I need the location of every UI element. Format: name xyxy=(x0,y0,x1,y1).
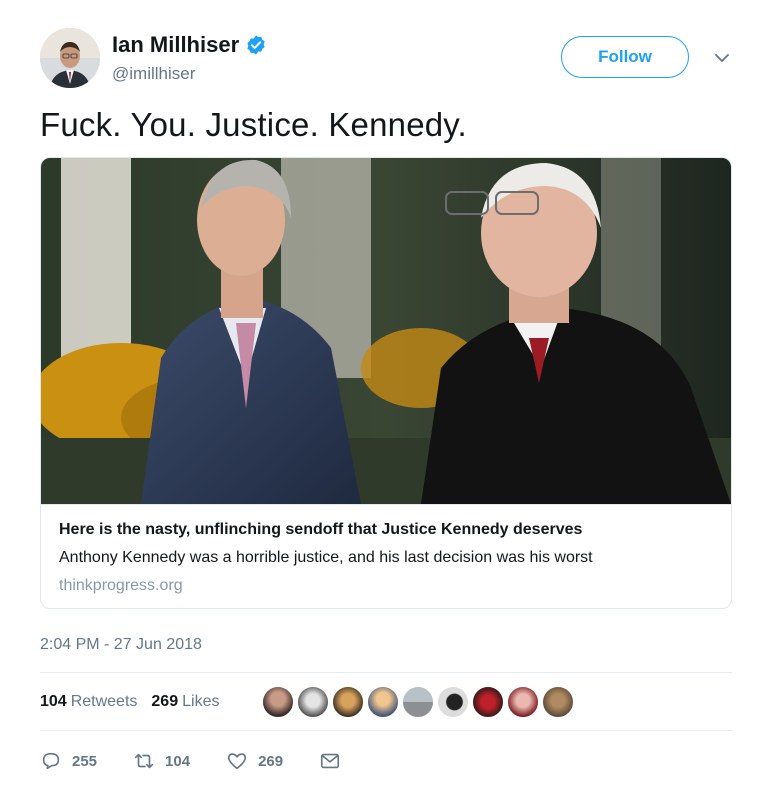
card-description: Anthony Kennedy was a horrible justice, … xyxy=(59,549,593,566)
retweet-action[interactable]: 104 xyxy=(133,750,190,772)
reply-icon xyxy=(42,752,60,770)
direct-message-action[interactable] xyxy=(319,750,351,772)
liker-avatar[interactable] xyxy=(402,686,434,718)
divider xyxy=(40,730,732,731)
retweet-count: 104 xyxy=(165,752,191,770)
like-count: 269 xyxy=(258,752,284,770)
retweets-stat[interactable]: 104 Retweets xyxy=(40,693,137,711)
tweet-text: Fuck. You. Justice. Kennedy. xyxy=(40,106,467,143)
verified-badge-icon xyxy=(247,35,265,55)
like-icon xyxy=(227,753,247,770)
follow-button[interactable]: Follow xyxy=(561,36,689,78)
author-name[interactable]: Ian Millhiser xyxy=(112,32,239,58)
liker-avatar[interactable] xyxy=(437,686,469,718)
tweet-timestamp[interactable]: 2:04 PM - 27 Jun 2018 xyxy=(40,636,202,654)
author-handle[interactable]: @imillhiser xyxy=(112,64,195,84)
chevron-down-icon[interactable] xyxy=(712,48,732,68)
liker-avatar[interactable] xyxy=(472,686,504,718)
link-preview-card[interactable]: Here is the nasty, unflinching sendoff t… xyxy=(40,157,732,609)
author-avatar[interactable] xyxy=(40,28,100,88)
direct-message-icon xyxy=(321,753,340,769)
liker-avatar[interactable] xyxy=(367,686,399,718)
retweet-icon xyxy=(134,753,154,769)
likes-stat[interactable]: 269 Likes xyxy=(151,693,219,711)
reply-count: 255 xyxy=(72,752,98,770)
liker-avatar[interactable] xyxy=(507,686,539,718)
liker-avatar[interactable] xyxy=(332,686,364,718)
reply-action[interactable]: 255 xyxy=(40,750,97,772)
divider xyxy=(40,672,732,673)
likes-label: Likes xyxy=(182,693,220,710)
card-domain: thinkprogress.org xyxy=(59,577,183,594)
liker-avatar[interactable] xyxy=(542,686,574,718)
card-body[interactable]: Here is the nasty, unflinching sendoff t… xyxy=(41,504,731,608)
tweet-actions: 255 104 269 xyxy=(40,746,387,776)
liker-avatars xyxy=(262,686,577,718)
liker-avatar[interactable] xyxy=(297,686,329,718)
likes-count: 269 xyxy=(151,693,179,710)
retweets-label: Retweets xyxy=(70,693,138,710)
card-title[interactable]: Here is the nasty, unflinching sendoff t… xyxy=(59,521,582,539)
card-image[interactable] xyxy=(41,158,731,504)
liker-avatar[interactable] xyxy=(262,686,294,718)
engagement-stats: 104 Retweets 269 Likes xyxy=(40,686,233,718)
tweet-header: Ian Millhiser @imillhiser Follow xyxy=(0,0,775,100)
retweets-count: 104 xyxy=(40,693,67,710)
like-action[interactable]: 269 xyxy=(226,750,283,772)
